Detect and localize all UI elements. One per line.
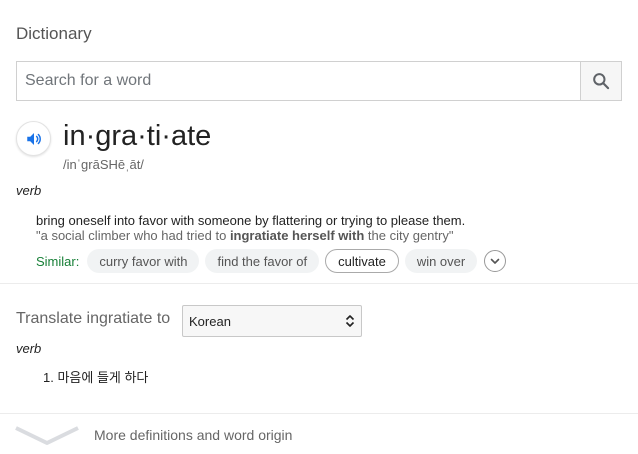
similar-chip-find-the-favor-of[interactable]: find the favor of [205, 249, 320, 273]
similar-chip-win-over[interactable]: win over [404, 249, 478, 273]
similar-label: Similar: [36, 253, 80, 269]
pronunciation-button[interactable] [16, 121, 51, 156]
similar-chip-curry-favor-with[interactable]: curry favor with [87, 249, 200, 273]
search-input[interactable] [17, 62, 580, 100]
part-of-speech: verb [16, 183, 42, 198]
similar-words-row: Similar: curry favor with find the favor… [36, 248, 507, 274]
chevron-down-icon [15, 426, 79, 445]
translation-part-of-speech: verb [16, 341, 42, 356]
more-definitions-button[interactable]: More definitions and word origin [0, 414, 638, 454]
example-sentence: "a social climber who had tried to ingra… [36, 228, 453, 243]
phonetic-spelling: /inˈɡrāSHēˌāt/ [63, 157, 144, 172]
dictionary-title: Dictionary [16, 24, 92, 43]
example-prefix: "a social climber who had tried to [36, 228, 230, 243]
more-definitions-label: More definitions and word origin [94, 427, 293, 443]
example-highlight: ingratiate herself with [229, 228, 365, 243]
select-arrows-icon [345, 315, 355, 327]
search-button[interactable] [580, 62, 621, 100]
expand-similar-button[interactable] [484, 250, 507, 272]
language-select-value: Korean [189, 313, 231, 329]
definition-text: bring oneself into favor with someone by… [36, 213, 466, 228]
similar-chip-cultivate[interactable]: cultivate [325, 249, 399, 273]
headword: in·gra·ti·ate [63, 120, 212, 152]
chevron-down-icon [490, 258, 500, 264]
language-select[interactable]: Korean [182, 305, 362, 337]
section-divider [0, 283, 638, 284]
search-box [16, 61, 622, 101]
speaker-icon [26, 132, 41, 145]
search-icon [593, 73, 610, 90]
example-suffix: the city gentry" [364, 228, 454, 243]
translation-item: 1. 마음에 들게 하다 [43, 370, 149, 385]
translate-label: Translate ingratiate to [16, 310, 171, 327]
